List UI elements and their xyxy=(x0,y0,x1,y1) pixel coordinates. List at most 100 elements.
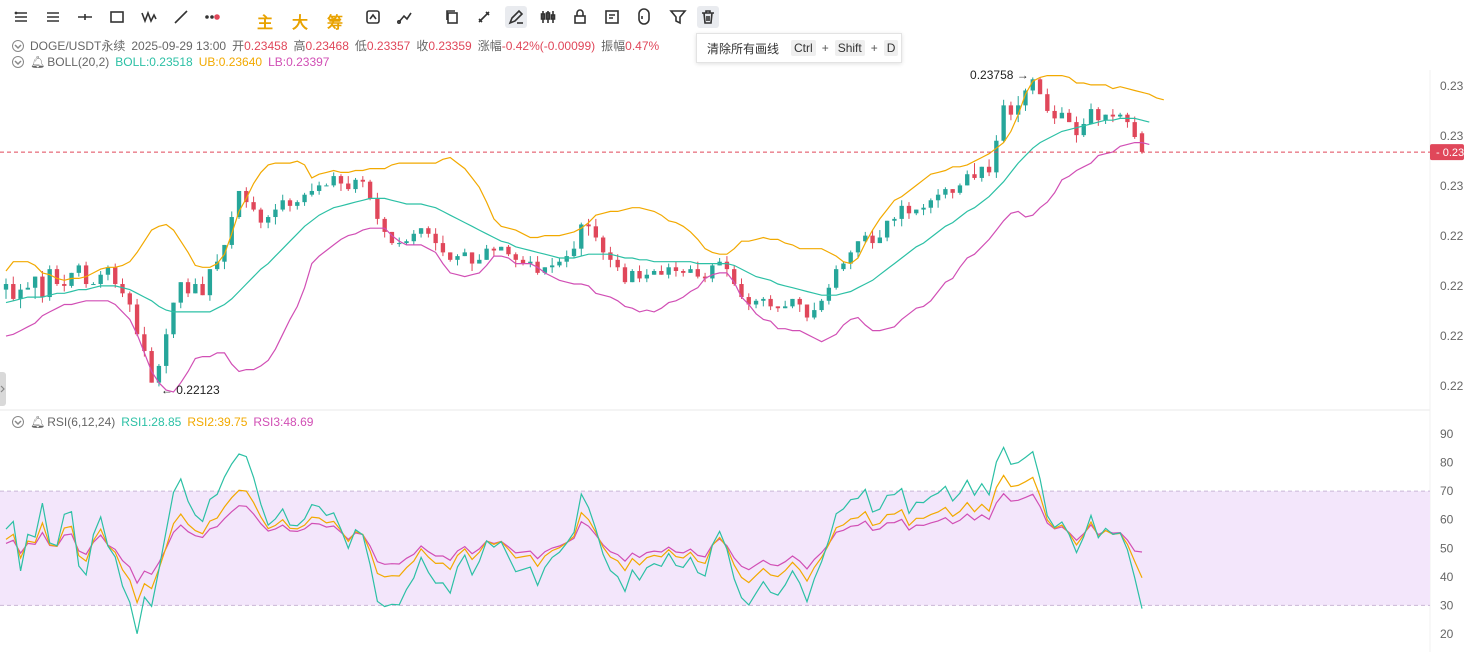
candle xyxy=(455,254,460,266)
candle xyxy=(746,293,751,311)
candle-body xyxy=(855,241,861,253)
candle xyxy=(484,244,489,260)
candle-body xyxy=(761,298,766,301)
candle xyxy=(608,246,613,268)
candle-body xyxy=(710,265,715,279)
candle-body xyxy=(47,269,52,298)
candle-body xyxy=(448,252,453,260)
candle-body xyxy=(622,267,628,283)
candle xyxy=(433,228,438,251)
candle-body xyxy=(295,202,300,206)
low-annotation: ← 0.22123 xyxy=(161,383,220,397)
candle-body xyxy=(804,304,810,318)
candle xyxy=(207,269,213,301)
candle-body xyxy=(273,209,278,218)
candle xyxy=(18,284,23,309)
candle xyxy=(571,241,577,258)
candle xyxy=(804,304,810,322)
candle xyxy=(965,170,970,186)
candle xyxy=(1059,107,1065,119)
candle xyxy=(1008,101,1014,121)
candle-body xyxy=(899,205,904,219)
candle-body xyxy=(338,176,344,184)
candle xyxy=(324,183,329,187)
candle-body xyxy=(32,276,38,288)
candle xyxy=(1088,103,1094,124)
candle xyxy=(367,179,373,201)
candle xyxy=(833,265,839,290)
candle-body xyxy=(1117,114,1123,117)
rsi-tick-label: 50 xyxy=(1440,541,1454,555)
price-tick-label: 0.22 xyxy=(1440,379,1464,393)
candle-body xyxy=(914,209,919,214)
candle-body xyxy=(892,218,897,221)
candle xyxy=(848,250,853,270)
candle-body xyxy=(571,248,577,257)
candle xyxy=(491,246,497,257)
candle-body xyxy=(411,233,416,242)
candle xyxy=(957,183,963,195)
candle-body xyxy=(986,166,992,173)
candle-body xyxy=(1052,110,1057,119)
candle-body xyxy=(826,287,832,301)
candle xyxy=(622,263,628,285)
candle-body xyxy=(921,207,926,210)
chart-canvas[interactable]: 0.23 0.23 0.23 0.22 0.22 0.22 0.22 - 0.23 0.23… xyxy=(0,0,1464,652)
candle xyxy=(535,256,540,275)
candle xyxy=(681,269,686,277)
candle-body xyxy=(1067,112,1072,123)
candle xyxy=(1103,114,1108,124)
candle-body xyxy=(76,265,81,273)
rsi-axis: 20 30 40 50 60 70 80 90 xyxy=(1440,427,1454,641)
candle xyxy=(637,265,642,283)
candle-body xyxy=(1001,105,1006,141)
candle-body xyxy=(681,271,686,273)
candle-body xyxy=(25,287,31,290)
candle xyxy=(717,257,722,266)
candle xyxy=(40,271,45,303)
candle-body xyxy=(1008,105,1014,115)
candle xyxy=(666,263,671,279)
candle-body xyxy=(637,271,642,279)
candle-body xyxy=(630,271,635,283)
candle xyxy=(418,228,424,238)
candle xyxy=(761,297,766,307)
candle xyxy=(346,176,351,191)
candle xyxy=(797,297,802,312)
boll-ub-line xyxy=(5,75,1164,281)
candle xyxy=(411,230,416,245)
candle-body xyxy=(302,194,307,203)
price-tick-label: 0.22 xyxy=(1440,229,1464,243)
candle-body xyxy=(375,198,380,219)
candle-body xyxy=(790,298,795,307)
candle-body xyxy=(171,302,176,335)
candle-body xyxy=(994,140,999,173)
candle xyxy=(316,181,322,195)
candle-body xyxy=(877,237,883,244)
price-tick-label: 0.23 xyxy=(1440,179,1464,193)
candle-body xyxy=(513,254,518,260)
candle xyxy=(644,269,649,283)
candle-body xyxy=(491,248,497,251)
candle xyxy=(171,302,176,338)
rsi-tick-label: 40 xyxy=(1440,570,1454,584)
rsi-tick-label: 70 xyxy=(1440,484,1454,498)
candle-body xyxy=(608,252,613,260)
candle-body xyxy=(965,174,970,186)
candle-body xyxy=(331,176,336,186)
price-axis: 0.23 0.23 0.23 0.22 0.22 0.22 0.22 xyxy=(1440,79,1464,393)
candle-body xyxy=(426,228,431,234)
candle-body xyxy=(316,185,322,191)
candle-body xyxy=(600,237,606,253)
candle xyxy=(1081,118,1086,137)
candle-body xyxy=(666,267,671,275)
candle xyxy=(921,204,926,216)
candle-body xyxy=(1103,114,1108,121)
candle-body xyxy=(178,282,183,303)
candle-body xyxy=(499,246,504,251)
candle xyxy=(164,328,169,374)
candle-body xyxy=(957,185,963,193)
candle-body xyxy=(884,220,890,238)
candle xyxy=(462,248,467,257)
candle-body xyxy=(520,259,526,264)
